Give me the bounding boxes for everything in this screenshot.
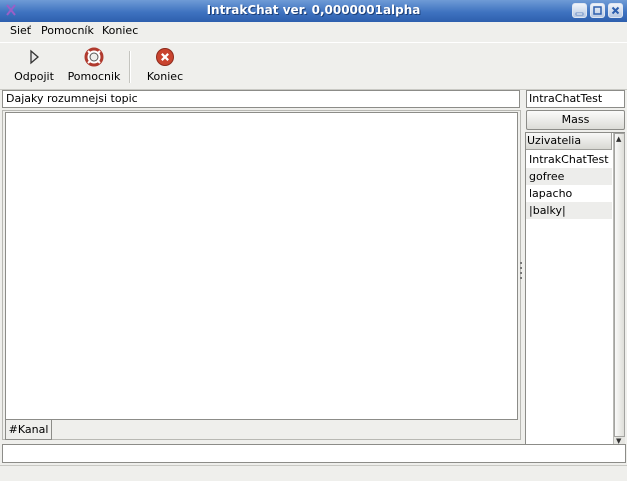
vertical-scroll-thumb[interactable] [614, 133, 625, 437]
user-list-item[interactable]: gofree [526, 168, 612, 185]
minimize-icon [575, 12, 584, 16]
help-button[interactable]: Pomocnik [66, 47, 122, 83]
user-list-item[interactable]: IntrakChatTest [526, 151, 612, 168]
quit-label: Koniec [146, 70, 184, 83]
menu-bar: Sieť Pomocník Koniec [0, 22, 627, 41]
menu-pomocnik[interactable]: Pomocník [41, 24, 94, 37]
close-button[interactable] [608, 3, 623, 18]
disconnect-label: Odpojit [14, 70, 54, 83]
menu-siet[interactable]: Sieť [10, 24, 31, 37]
message-input[interactable] [2, 444, 626, 463]
play-icon [30, 49, 39, 65]
status-bar [0, 465, 627, 481]
minimize-button[interactable] [572, 3, 587, 18]
user-list-vertical-scrollbar[interactable]: ▲ ▼ [613, 133, 625, 447]
help-label: Pomocnik [67, 70, 121, 83]
scroll-up-icon[interactable]: ▲ [616, 135, 621, 143]
toolbar: Odpojit Pomocnik Koniec [0, 42, 627, 90]
tab-kanal[interactable]: #Kanal [5, 420, 52, 440]
mass-button[interactable]: Mass [526, 110, 625, 130]
nickname-field[interactable]: IntraChatTest [526, 90, 625, 108]
title-bar[interactable]: IntrakChat ver. 0,0000001alpha [0, 0, 627, 23]
menu-koniec[interactable]: Koniec [102, 24, 138, 37]
pane-splitter[interactable] [520, 262, 523, 288]
quit-icon [156, 48, 174, 66]
user-list[interactable]: Uzivatelia IntrakChatTest gofree lapacho… [525, 132, 625, 462]
topic-field[interactable]: Dajaky rozumnejsi topic [2, 90, 520, 108]
maximize-button[interactable] [590, 3, 605, 18]
users-column-header[interactable]: Uzivatelia [526, 133, 612, 150]
user-list-item[interactable]: |balky| [526, 202, 612, 219]
user-list-item[interactable]: lapacho [526, 185, 612, 202]
window-title: IntrakChat ver. 0,0000001alpha [206, 3, 421, 17]
quit-button[interactable]: Koniec [144, 47, 186, 83]
lifebuoy-icon [84, 47, 104, 67]
chat-messages-area[interactable] [5, 112, 518, 420]
toolbar-separator [129, 51, 131, 83]
close-icon [611, 6, 620, 15]
maximize-icon [593, 6, 602, 15]
disconnect-button[interactable]: Odpojit [12, 47, 56, 83]
